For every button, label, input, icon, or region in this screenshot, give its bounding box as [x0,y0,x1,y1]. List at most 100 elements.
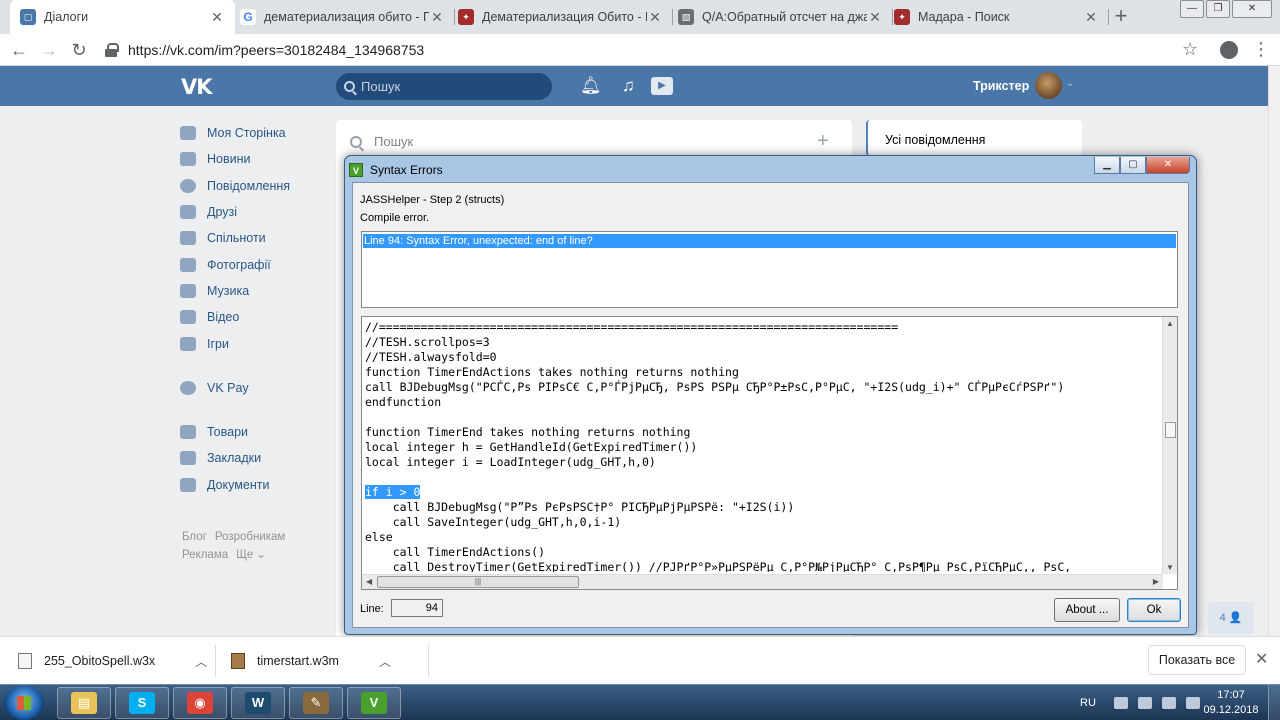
browser-tab[interactable]: Gдематериализация обито - По ✕ [230,0,455,34]
taskbar-app-button[interactable]: V [347,687,401,719]
dialog-maximize-button[interactable]: ▢ [1120,157,1146,174]
vk-search-input[interactable]: Пошук [336,73,552,100]
sidebar-item[interactable]: Відео [180,304,330,330]
account-icon[interactable] [1220,41,1238,59]
taskbar-app-button[interactable]: S [115,687,169,719]
start-button[interactable] [4,686,44,720]
language-indicator[interactable]: RU [1080,697,1096,709]
bookmark-star-icon[interactable]: ☆ [1182,39,1198,60]
sidebar-item[interactable]: Повідомлення [180,173,330,199]
vk-username[interactable]: Трикстер [973,79,1029,93]
footer-link-more[interactable]: Ще ⌄ [236,549,266,561]
download-item[interactable]: timerstart.w3m ︿ [231,637,391,685]
scroll-up-arrow-icon[interactable]: ▲ [1166,319,1174,328]
forward-icon[interactable]: → [38,39,60,61]
code-line[interactable]: //TESH.alwaysfold=0 [365,350,1163,365]
vk-logo-icon[interactable]: VK [181,75,213,99]
code-line[interactable]: call BJDebugMsg("РСЃС‚Рѕ РІРѕС€ С‚Р°ЃРјР… [365,380,1163,395]
scroll-left-arrow-icon[interactable]: ◀ [366,577,372,586]
window-title-bar[interactable]: V Syntax Errors [349,159,443,181]
new-tab-button[interactable]: + [1108,4,1134,30]
browser-tab[interactable]: ✦ Дематериализация Обито - На ✕ [448,0,673,34]
dialog-close-button[interactable]: ✕ [1146,157,1190,174]
code-line[interactable]: //TESH.scrollpos=3 [365,335,1163,350]
footer-link-developers[interactable]: Розробникам [215,531,285,543]
sidebar-item[interactable]: Моя Сторінка [180,120,330,146]
show-all-downloads-button[interactable]: Показать все [1148,645,1246,675]
scroll-down-arrow-icon[interactable]: ▼ [1166,563,1174,572]
code-line[interactable]: call SaveInteger(udg_GHT,h,0,i-1) [365,515,1163,530]
chevron-down-icon[interactable]: ⌄ [1066,78,1074,89]
network-icon[interactable] [1161,697,1176,709]
sidebar-item[interactable]: Ігри [180,330,330,356]
scroll-thumb[interactable]: ||| [377,576,579,588]
bell-icon[interactable]: 🔔︎ [580,76,602,96]
code-text[interactable]: //======================================… [365,320,1163,572]
code-line[interactable]: call BJDebugMsg("Р”Рѕ РєРѕРЅС†Р° РІСЂРµР… [365,500,1163,515]
taskbar-app-button[interactable]: ▤ [57,687,111,719]
sidebar-item[interactable]: Закладки [180,445,330,471]
sidebar-item[interactable]: VK Pay [180,375,330,401]
sidebar-item[interactable]: Друзі [180,199,330,225]
reload-icon[interactable]: ↻ [68,39,90,61]
unread-badge[interactable]: 4 👤 [1208,602,1254,634]
sidebar-item[interactable]: Товари [180,419,330,445]
page-scrollbar[interactable] [1268,66,1280,636]
address-bar[interactable]: https://vk.com/im?peers=30182484_1349687… [104,37,1208,63]
code-line[interactable]: call TimerEndActions() [365,545,1163,560]
video-play-icon[interactable]: ▶ [651,77,673,95]
code-line[interactable]: local integer i = LoadInteger(udg_GHT,h,… [365,455,1163,470]
footer-link-ads[interactable]: Реклама [182,549,228,561]
browser-tab[interactable]: ▧ Q/A:Обратный отсчет на джаз ✕ [668,0,893,34]
back-icon[interactable]: ← [8,39,30,61]
code-line[interactable] [365,410,1163,425]
show-desktop-button[interactable] [1268,685,1280,720]
about-button[interactable]: About ... [1054,598,1120,622]
code-line[interactable]: //======================================… [365,320,1163,335]
chrome-menu-icon[interactable]: ⋮ [1252,40,1270,58]
all-messages-filter[interactable]: Усі повідомлення [885,133,985,147]
error-list-item[interactable]: Line 94: Syntax Error, unexpected: end o… [363,234,1176,248]
chevron-up-icon[interactable]: ︿ [195,653,207,670]
minimize-button[interactable]: — [1180,0,1204,18]
tab-close-icon[interactable]: ✕ [647,9,663,26]
scroll-right-arrow-icon[interactable]: ▶ [1153,577,1159,586]
code-line[interactable]: call DestroyTimer(GetExpiredTimer()) //Р… [365,560,1163,572]
download-item[interactable]: 255_ObitoSpell.w3x ︿ [18,637,207,685]
code-line[interactable]: if i > 0 [365,485,1163,500]
taskbar-app-button[interactable]: ◉ [173,687,227,719]
code-line[interactable] [365,470,1163,485]
action-center-flag-icon[interactable] [1137,697,1152,709]
new-dialog-plus-icon[interactable]: + [817,130,829,153]
code-line[interactable]: else [365,530,1163,545]
scroll-thumb[interactable] [1165,422,1176,438]
music-note-icon[interactable]: ♫ [622,76,635,96]
code-horizontal-scrollbar[interactable]: ◀ ||| ▶ [362,574,1163,589]
sidebar-item[interactable]: Новини [180,146,330,172]
chevron-up-icon[interactable]: ︿ [379,653,391,670]
clock[interactable]: 17:07 09.12.2018 [1196,688,1266,718]
tab-close-icon[interactable]: ✕ [209,9,225,26]
code-vertical-scrollbar[interactable]: ▲ ▼ [1162,317,1177,574]
taskbar-app-button[interactable]: ✎ [289,687,343,719]
code-line[interactable]: endfunction [365,395,1163,410]
code-line[interactable]: local integer h = GetHandleId(GetExpired… [365,440,1163,455]
close-icon[interactable]: ✕ [1255,649,1268,669]
sidebar-item[interactable]: Музика [180,278,330,304]
sidebar-item[interactable]: Фотографії [180,251,330,277]
close-window-button[interactable]: ✕ [1232,0,1272,18]
browser-tab[interactable]: ✦ Мадара - Поиск ✕ [884,0,1109,34]
dialogs-search-input[interactable]: Пошук [350,134,413,149]
ok-button[interactable]: Ok [1127,598,1181,622]
code-line[interactable]: function TimerEndActions takes nothing r… [365,365,1163,380]
tray-arrow-icon[interactable] [1113,697,1128,709]
browser-tab[interactable]: ▢ Діалоги ✕ [10,0,235,34]
taskbar-app-button[interactable]: W [231,687,285,719]
restore-button[interactable]: ❐ [1206,0,1230,18]
sidebar-item[interactable]: Спільноти [180,225,330,251]
tab-close-icon[interactable]: ✕ [1083,9,1099,26]
error-list[interactable]: Line 94: Syntax Error, unexpected: end o… [361,231,1178,308]
code-line[interactable]: function TimerEnd takes nothing returns … [365,425,1163,440]
code-view[interactable]: //======================================… [361,316,1178,590]
avatar[interactable] [1035,72,1062,99]
